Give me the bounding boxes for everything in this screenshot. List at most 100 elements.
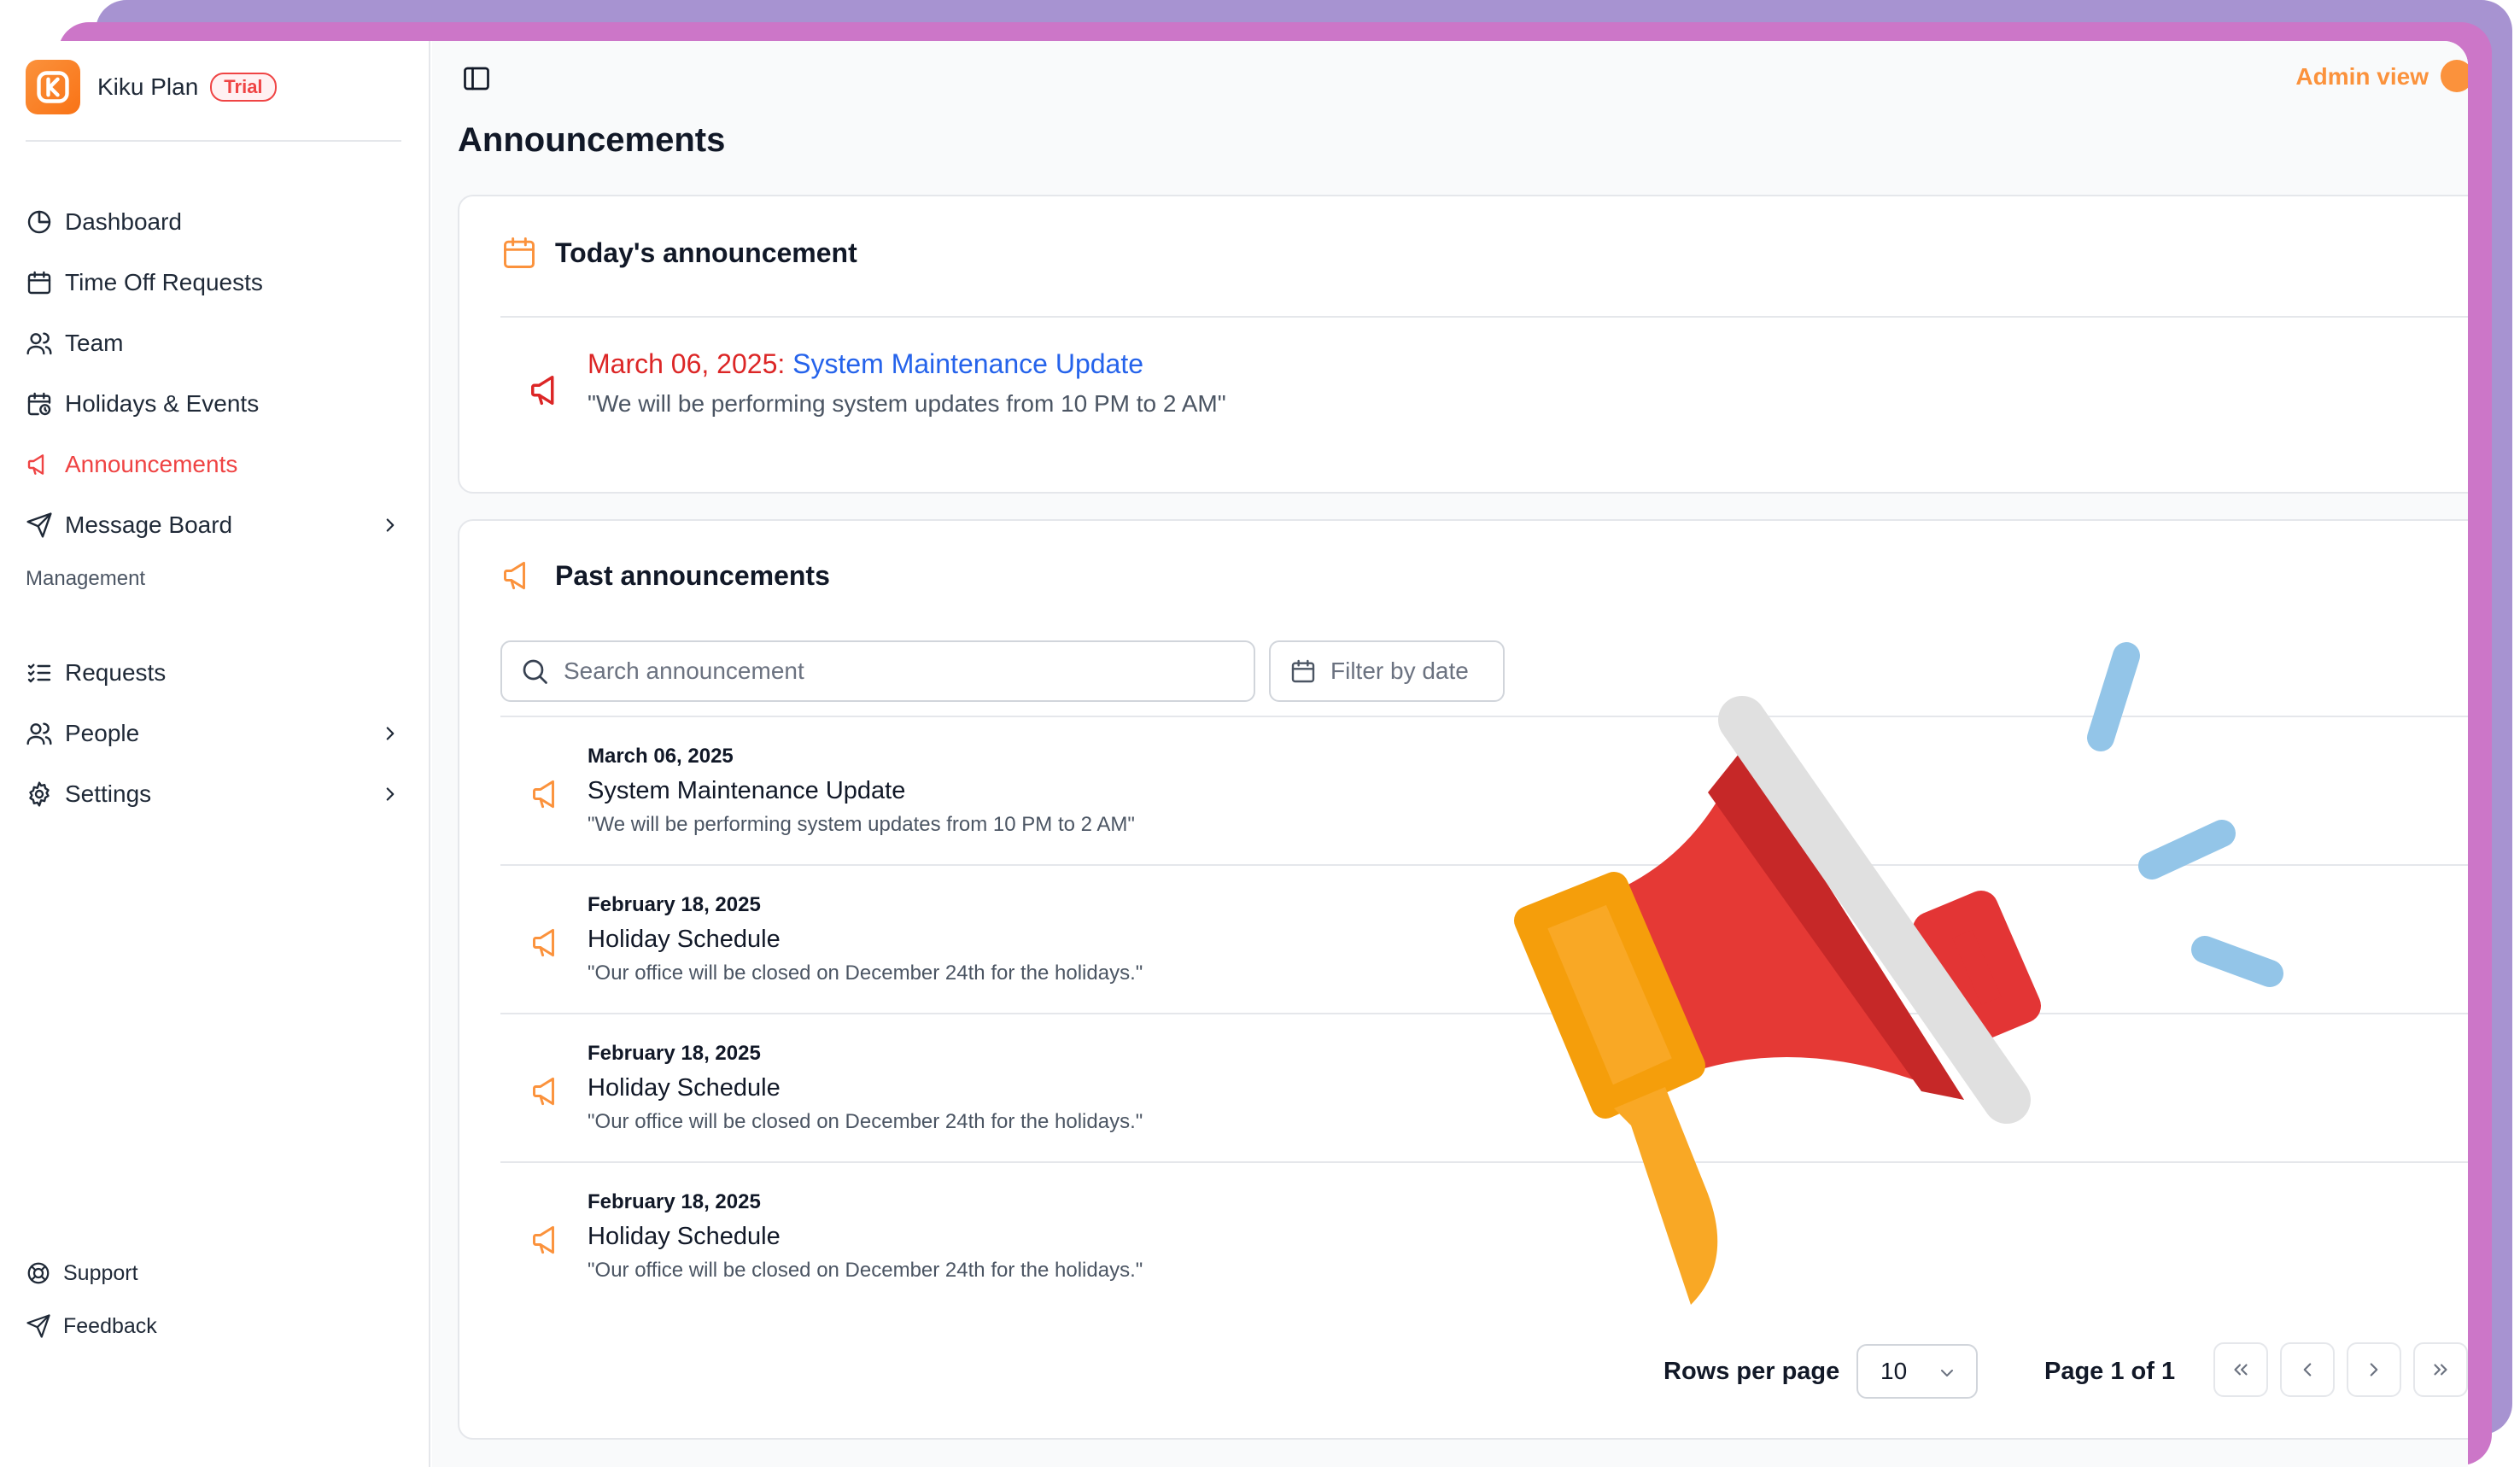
rows-per-page-select[interactable]: 10 xyxy=(1856,1344,1978,1399)
page-indicator: Page 1 of 1 xyxy=(2044,1358,2176,1385)
sidebar-item-label: Holidays & Events xyxy=(65,390,260,417)
announcement-description: "Our office will be closed on December 2… xyxy=(588,1110,1143,1133)
management-section-label: Management xyxy=(26,567,146,590)
life-buoy-icon xyxy=(27,1262,50,1284)
past-heading: Past announcements xyxy=(500,557,830,594)
admin-view-label[interactable]: Admin view xyxy=(2295,63,2429,91)
rows-per-page-value: 10 xyxy=(1880,1358,1908,1384)
search-icon xyxy=(523,659,547,684)
megaphone-icon xyxy=(533,1077,554,1106)
sidebar-item-label: Announcements xyxy=(65,451,238,477)
list-item[interactable]: February 18, 2025 Holiday Schedule "Our … xyxy=(500,1161,2468,1310)
brand-name: Kiku Plan xyxy=(97,73,199,100)
feedback-link[interactable]: Feedback xyxy=(26,1313,157,1339)
sidebar-item-people[interactable]: People xyxy=(26,711,401,756)
announcement-date: February 18, 2025 xyxy=(588,1042,761,1065)
page-title: Announcements xyxy=(458,121,726,159)
announcement-title: Holiday Schedule xyxy=(588,1074,781,1102)
divider xyxy=(500,316,2468,318)
brand-divider xyxy=(26,140,401,142)
chevrons-left-icon xyxy=(2234,1364,2248,1376)
sidebar-item-holidays-events[interactable]: Holidays & Events xyxy=(26,382,401,426)
chevron-right-icon xyxy=(386,787,395,801)
admin-avatar[interactable] xyxy=(2441,60,2468,92)
sidebar-item-dashboard[interactable]: Dashboard xyxy=(26,200,401,244)
gear-icon xyxy=(29,781,50,807)
list-item[interactable]: February 18, 2025 Holiday Schedule "Our … xyxy=(500,1013,2468,1161)
sidebar-item-label: Dashboard xyxy=(65,208,182,235)
past-heading-text: Past announcements xyxy=(555,559,830,591)
chevron-right-icon xyxy=(2370,1363,2378,1376)
announcement-date: February 18, 2025 xyxy=(588,893,761,916)
filter-label: Filter by date xyxy=(1330,658,1469,684)
announcement-date: March 06, 2025 xyxy=(588,745,734,768)
send-icon xyxy=(26,512,52,538)
calendar-icon xyxy=(27,271,51,295)
sidebar-item-announcements[interactable]: Announcements xyxy=(26,442,401,487)
list-item[interactable]: February 18, 2025 Holiday Schedule "Our … xyxy=(500,864,2468,1013)
megaphone-icon xyxy=(27,454,44,475)
calendar-icon xyxy=(504,237,535,268)
announcement-description: "We will be performing system updates fr… xyxy=(588,813,1135,836)
sidebar-item-label: People xyxy=(65,720,140,746)
sidebar-item-label: Settings xyxy=(65,780,152,807)
sidebar-item-time-off-requests[interactable]: Time Off Requests xyxy=(26,260,401,305)
list-checks-icon xyxy=(27,663,51,683)
megaphone-icon xyxy=(531,375,554,406)
app-window: Kiku Plan Trial Dashboard Time Off Reque… xyxy=(0,41,2468,1467)
announcement-title: Holiday Schedule xyxy=(588,926,781,953)
announcement-title: Holiday Schedule xyxy=(588,1223,781,1250)
trial-badge: Trial xyxy=(210,73,277,102)
sidebar-item-requests[interactable]: Requests xyxy=(26,651,401,695)
megaphone-icon xyxy=(533,780,554,809)
today-title-link[interactable]: System Maintenance Update xyxy=(792,348,1143,379)
users-icon xyxy=(26,722,52,745)
support-label: Support xyxy=(63,1260,138,1285)
filter-by-date-button[interactable]: Filter by date xyxy=(1269,640,1505,702)
list-item[interactable]: March 06, 2025 System Maintenance Update… xyxy=(500,716,2468,864)
calendar-icon xyxy=(1291,659,1315,683)
users-icon xyxy=(26,332,52,355)
send-icon xyxy=(26,1314,50,1338)
chevron-down-icon xyxy=(1941,1370,1953,1376)
brand: Kiku Plan Trial xyxy=(26,60,277,114)
announcement-description: "Our office will be closed on December 2… xyxy=(588,1259,1143,1282)
today-date: March 06, 2025: xyxy=(588,348,786,379)
search-input[interactable] xyxy=(564,658,1230,685)
last-page-button[interactable] xyxy=(2413,1342,2468,1397)
pie-chart-icon xyxy=(27,210,51,234)
previous-page-button[interactable] xyxy=(2280,1342,2335,1397)
today-heading-text: Today's announcement xyxy=(555,237,857,268)
calendar-clock-icon xyxy=(27,392,51,416)
today-heading: Today's announcement xyxy=(500,234,857,272)
main-content: Admin view Announcements Today's announc… xyxy=(432,41,2468,1467)
sidebar-item-message-board[interactable]: Message Board xyxy=(26,503,401,547)
sidebar-item-label: Team xyxy=(65,330,124,356)
rows-per-page-label: Rows per page xyxy=(1663,1358,1840,1385)
first-page-button[interactable] xyxy=(2213,1342,2268,1397)
chevrons-right-icon xyxy=(2434,1364,2447,1376)
today-announcement-item[interactable]: March 06, 2025: System Maintenance Updat… xyxy=(528,348,1226,418)
megaphone-icon xyxy=(533,928,554,957)
sidebar-toggle-icon[interactable] xyxy=(461,63,492,94)
past-announcements-card: Past announcements Filter by date March … xyxy=(458,519,2468,1440)
search-box[interactable] xyxy=(500,640,1255,702)
sidebar-item-team[interactable]: Team xyxy=(26,321,401,365)
today-announcement-card: Today's announcement March 06, 2025: Sys… xyxy=(458,195,2468,494)
announcement-date: February 18, 2025 xyxy=(588,1190,761,1213)
sidebar: Kiku Plan Trial Dashboard Time Off Reque… xyxy=(0,41,430,1467)
chevron-left-icon xyxy=(2303,1363,2312,1376)
next-page-button[interactable] xyxy=(2347,1342,2401,1397)
megaphone-icon xyxy=(504,561,525,590)
chevron-right-icon xyxy=(386,727,395,740)
sidebar-item-label: Time Off Requests xyxy=(65,269,263,295)
announcement-title: System Maintenance Update xyxy=(588,777,906,804)
sidebar-item-label: Requests xyxy=(65,659,167,686)
sidebar-item-settings[interactable]: Settings xyxy=(26,772,401,816)
kiku-logo-icon xyxy=(26,60,80,114)
megaphone-icon xyxy=(533,1225,554,1254)
chevron-right-icon xyxy=(386,518,395,532)
feedback-label: Feedback xyxy=(63,1313,157,1338)
support-link[interactable]: Support xyxy=(26,1260,138,1286)
announcement-description: "Our office will be closed on December 2… xyxy=(588,961,1143,985)
